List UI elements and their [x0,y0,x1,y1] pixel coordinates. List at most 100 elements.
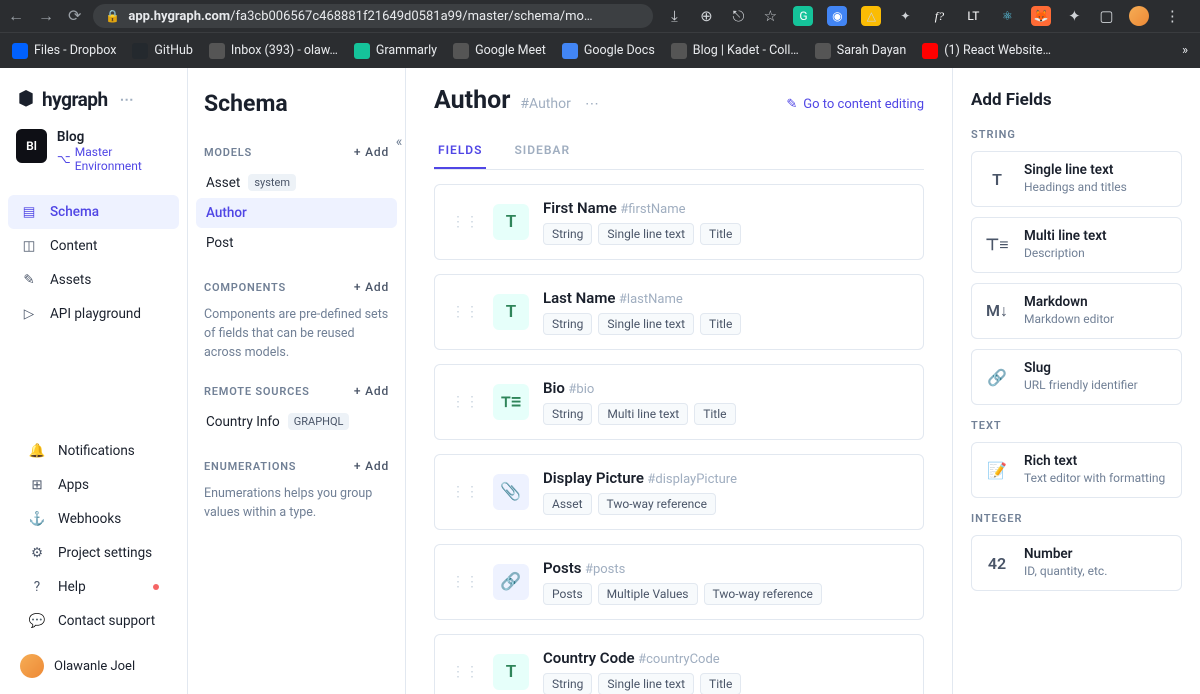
hygraph-logo-icon [16,90,36,110]
bookmark-item[interactable]: Inbox (393) - olaw… [209,43,338,59]
collapse-panel-button[interactable]: « [388,131,406,153]
field-type-desc: Headings and titles [1024,180,1127,194]
field-category-label: INTEGER [971,512,1182,525]
bookmark-item[interactable]: Sarah Dayan [815,43,906,59]
field-row[interactable]: ⋮⋮ T Last Name #lastName StringSingle li… [434,274,924,350]
install-icon[interactable]: ⤓ [665,7,683,25]
ext-icon-1[interactable]: G [793,6,813,26]
field-name: First Name [543,199,617,217]
drag-handle-icon[interactable]: ⋮⋮ [451,574,479,590]
model-item-author[interactable]: Author [196,198,397,228]
field-row[interactable]: ⋮⋮ T First Name #firstName StringSingle … [434,184,924,260]
share-icon[interactable]: ⎋ [729,7,747,25]
add-enum-button[interactable]: + Add [354,459,389,473]
drag-handle-icon[interactable]: ⋮⋮ [451,304,479,320]
url-bar[interactable]: 🔒 app.hygraph.com/fa3cb006567c468881f216… [93,4,653,28]
go-to-content-link[interactable]: ✎ Go to content editing [786,97,924,112]
bookmark-star-icon[interactable]: ☆ [761,7,779,25]
field-type-icon: T [493,654,529,690]
field-type-slug[interactable]: 🔗 SlugURL friendly identifier [971,349,1182,405]
profile-avatar[interactable] [1129,6,1149,26]
field-row[interactable]: ⋮⋮ 🔗 Posts #posts PostsMultiple ValuesTw… [434,544,924,620]
nav-item-schema[interactable]: ▤Schema [8,195,179,229]
bookmark-item[interactable]: Files - Dropbox [12,43,116,59]
url-host: app.hygraph.com [128,9,230,24]
bookmark-favicon [671,43,687,59]
nav-item-apps[interactable]: ⊞Apps [16,468,171,502]
add-fields-title: Add Fields [971,90,1182,110]
field-type-rich-text[interactable]: 📝 Rich textText editor with formatting [971,442,1182,498]
bookmark-item[interactable]: Google Meet [453,43,546,59]
field-type-name: Markdown [1024,294,1114,310]
model-menu-button[interactable]: ⋯ [585,96,599,112]
nav-item-help[interactable]: ?Help [16,570,171,604]
bookmark-item[interactable]: Grammarly [354,43,437,59]
field-tag: String [543,403,592,425]
field-type-icon: ⊤≡ [982,228,1012,262]
tab-sidebar[interactable]: SIDEBAR [510,133,574,169]
field-type-single-line-text[interactable]: T Single line textHeadings and titles [971,151,1182,207]
reload-button[interactable]: ⟳ [68,6,81,26]
field-type-number[interactable]: 42 NumberID, quantity, etc. [971,535,1182,591]
nav-item-assets[interactable]: ✎Assets [8,263,179,297]
drag-handle-icon[interactable]: ⋮⋮ [451,394,479,410]
bookmark-item[interactable]: GitHub [132,43,192,59]
add-model-button[interactable]: + Add [354,145,389,159]
field-tag: Posts [543,583,592,605]
zoom-icon[interactable]: ⊕ [697,7,715,25]
field-tag: Title [700,313,741,335]
sidepanel-icon[interactable]: ▢ [1097,7,1115,25]
field-api-id: #firstName [620,202,685,217]
ext-icon-8[interactable]: 🦊 [1031,6,1051,26]
forward-button[interactable]: → [38,6,54,26]
bookmark-item[interactable]: Blog | Kadet - Coll… [671,43,799,59]
nav-item-api-playground[interactable]: ▷API playground [8,297,179,331]
project-env: ⌥Master Environment [57,145,171,173]
back-button[interactable]: ← [8,6,24,26]
field-tag: Single line text [598,223,694,245]
ext-icon-5[interactable]: f? [929,6,949,26]
drag-handle-icon[interactable]: ⋮⋮ [451,214,479,230]
extensions-icon[interactable]: ✦ [1065,7,1083,25]
model-tag: system [248,174,296,191]
ext-icon-3[interactable]: △ [861,6,881,26]
field-row[interactable]: ⋮⋮ T Country Code #countryCode StringSin… [434,634,924,694]
logo-menu-icon[interactable]: ⋯ [120,92,134,108]
model-item-asset[interactable]: Assetsystem [196,167,397,198]
nav-item-project-settings[interactable]: ⚙Project settings [16,536,171,570]
logo[interactable]: hygraph ⋯ [0,78,187,125]
remote-item[interactable]: Country InfoGRAPHQL [196,406,397,437]
project-selector[interactable]: Bl Blog ⌥Master Environment [0,125,187,187]
nav-item-notifications[interactable]: 🔔Notifications [16,434,171,468]
field-type-multi-line-text[interactable]: ⊤≡ Multi line textDescription [971,217,1182,273]
bookmark-favicon [354,43,370,59]
tab-fields[interactable]: FIELDS [434,133,486,169]
field-name: Last Name [543,289,615,307]
ext-icon-7[interactable]: ⚛ [997,6,1017,26]
ext-icon-4[interactable]: ✦ [895,6,915,26]
nav-item-contact-support[interactable]: 💬Contact support [16,604,171,638]
field-type-desc: ID, quantity, etc. [1024,564,1107,578]
field-type-icon: T [493,204,529,240]
url-path: /fa3cb006567c468881f21649d0581a99/master… [230,9,593,24]
nav-icon: ◫ [20,238,38,254]
menu-icon[interactable]: ⋮ [1163,7,1181,25]
add-component-button[interactable]: + Add [354,280,389,294]
bookmark-item[interactable]: (1) React Website… [922,43,1051,59]
user-row[interactable]: Olawanle Joel [8,646,179,686]
section-remote-title: REMOTE SOURCES [204,385,310,398]
bookmark-item[interactable]: Google Docs [562,43,655,59]
field-row[interactable]: ⋮⋮ 📎 Display Picture #displayPicture Ass… [434,454,924,530]
model-item-post[interactable]: Post [196,228,397,258]
ext-icon-6[interactable]: LT [963,6,983,26]
bookmarks-overflow-button[interactable]: » [1182,43,1188,58]
nav-item-content[interactable]: ◫Content [8,229,179,263]
nav-item-webhooks[interactable]: ⚓Webhooks [16,502,171,536]
field-row[interactable]: ⋮⋮ ⊤≡ Bio #bio StringMulti line textTitl… [434,364,924,440]
field-category-label: TEXT [971,419,1182,432]
add-remote-button[interactable]: + Add [354,384,389,398]
field-type-markdown[interactable]: M↓ MarkdownMarkdown editor [971,283,1182,339]
drag-handle-icon[interactable]: ⋮⋮ [451,484,479,500]
drag-handle-icon[interactable]: ⋮⋮ [451,664,479,680]
ext-icon-2[interactable]: ◉ [827,6,847,26]
